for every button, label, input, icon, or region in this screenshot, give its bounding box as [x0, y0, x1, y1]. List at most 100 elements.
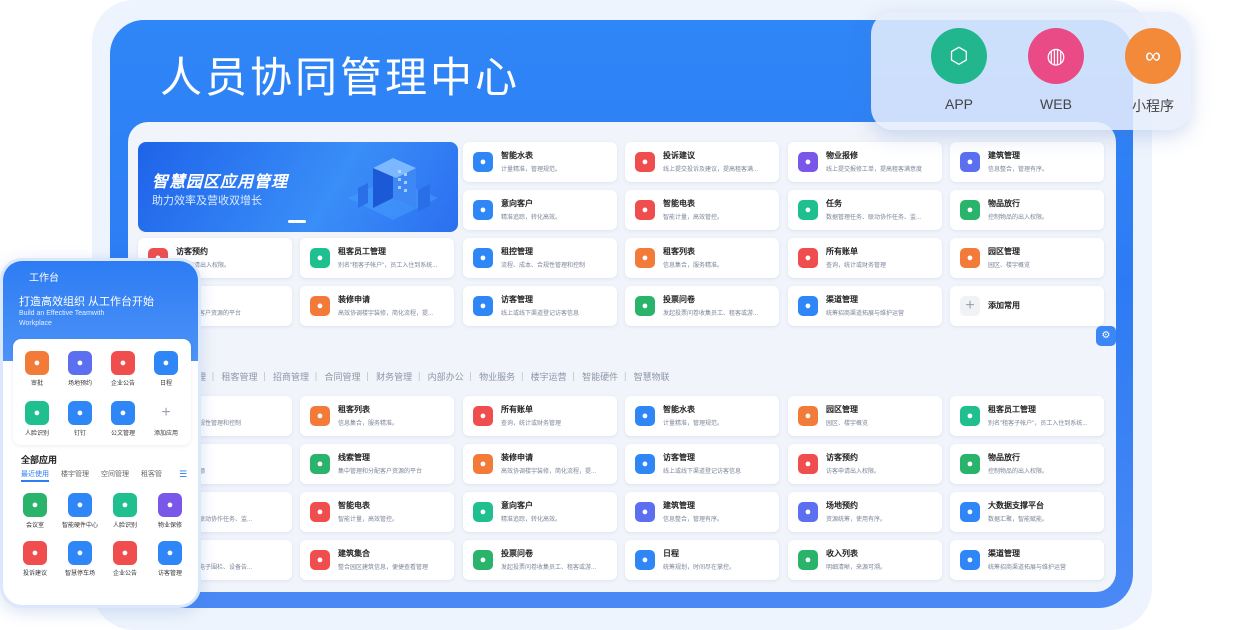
app-card[interactable]: ● 所有账单 查询，统计或财务管理	[463, 396, 617, 436]
phone-app[interactable]: ● 访客管理	[150, 541, 190, 577]
app-card[interactable]: ● 装修申请 高效协调楼宇装修，简化流程，提...	[300, 286, 454, 326]
app-card[interactable]: ● 智能水表 计量精准，管理规范。	[625, 396, 779, 436]
app-card-title: 所有账单	[826, 247, 858, 256]
app-card[interactable]: ● 智能电表 智能计量，高效管控。	[625, 190, 779, 230]
app-card[interactable]: ● 建筑管理 信息整合，管理有序。	[625, 492, 779, 532]
phone-quick-app[interactable]: ● 企业公告	[103, 351, 143, 387]
phone-app[interactable]: ● 物业保修	[150, 493, 190, 529]
phone-app[interactable]: ● 智能硬件中心	[60, 493, 100, 529]
phone-quick-app[interactable]: ● 场地预约	[60, 351, 100, 387]
platform-app[interactable]: ⬡ APP	[919, 12, 999, 112]
phone-app-label: 场地预约	[67, 381, 92, 387]
app-card[interactable]: ● 装修申请 高效协调楼宇装修，简化流程，提...	[463, 444, 617, 484]
customer-icon: ●	[473, 200, 493, 220]
app-card[interactable]: ● 访客管理 线上或线下渠道登记访客信息	[625, 444, 779, 484]
platform-switcher: ⬡ APP ◍ WEB ∞ 小程序	[871, 12, 1191, 130]
app-card[interactable]: ● 场地预约 资源统筹，使用有序。	[788, 492, 942, 532]
app-card[interactable]: ● 线索管理 集中管理和分配客户资源的平台	[300, 444, 454, 484]
app-card[interactable]: ● 建筑管理 信息整合，管理有序。	[950, 142, 1104, 182]
app-card[interactable]: ● 物品放行 控制物品的出入权限。	[950, 190, 1104, 230]
category-tab[interactable]: 智能硬件 ｜	[582, 372, 630, 382]
phone-quick-app[interactable]: + 添加应用	[146, 401, 186, 437]
app-card[interactable]: ● 租客员工管理 别名"租客子帐户"，员工入住到系统...	[300, 238, 454, 278]
doc-icon: ●	[111, 401, 135, 425]
phone-quick-app[interactable]: ● 审批	[17, 351, 57, 387]
phone-app[interactable]: ● 智慧停车场	[60, 541, 100, 577]
app-card[interactable]: ● 收入列表 明细清晰，来源可溯。	[788, 540, 942, 580]
app-card[interactable]: ● 访客管理 线上或线下渠道登记访客信息	[463, 286, 617, 326]
app-card[interactable]: ● 任务 数据管理任务、联动协作任务、监...	[788, 190, 942, 230]
app-card[interactable]: + 添加常用	[950, 286, 1104, 326]
app-card-title: 投票问卷	[501, 549, 533, 558]
app-card-title: 装修申请	[501, 453, 533, 462]
app-card[interactable]: ● 投诉建议 线上提交投诉及建议，提高租客满...	[625, 142, 779, 182]
app-card[interactable]: ● 渠道管理 统筹招商渠道拓展与维护运营	[788, 286, 942, 326]
phone-app[interactable]: ● 企业公告	[105, 541, 145, 577]
app-card[interactable]: ● 访客预约访客申请出入权限。	[788, 444, 942, 484]
phone-app[interactable]: ● 人脸识别	[105, 493, 145, 529]
app-card[interactable]: ● 意向客户 精准追踪，转化高效。	[463, 190, 617, 230]
app-card[interactable]: ● 日程 统筹规划，时间尽在掌控。	[625, 540, 779, 580]
app-card-title: 访客管理	[501, 295, 533, 304]
platform-miniprogram[interactable]: ∞ 小程序	[1113, 12, 1193, 116]
mobile-preview: 工作台 打造高效组织 从工作台开始 Build an Effective Tea…	[0, 258, 201, 608]
category-tab[interactable]: 内部办公 ｜	[428, 372, 476, 382]
app-card[interactable]: ● 租客列表 信息集合，服务精准。	[625, 238, 779, 278]
category-tab[interactable]: 楼宇运营 ｜	[531, 372, 579, 382]
app-card[interactable]: ● 所有账单 查询，统计或财务管理	[788, 238, 942, 278]
app-card-desc: 发起投票问卷收集员工、租客或游...	[663, 311, 759, 317]
phone-quick-app[interactable]: ● 公文管理	[103, 401, 143, 437]
phone-app[interactable]: ● 会议室	[15, 493, 55, 529]
app-card[interactable]: ● 智能电表 智能计量，高效管控。	[300, 492, 454, 532]
category-tab[interactable]: 智慧物联	[634, 372, 670, 382]
banner-subtitle: 助力效率及营收双增长	[152, 195, 262, 207]
app-card[interactable]: ● 投票问卷 发起投票问卷收集员工、租客或游...	[625, 286, 779, 326]
phone-app-label: 会议室	[25, 523, 44, 529]
category-tab[interactable]: 租客管理 ｜	[222, 372, 270, 382]
promo-banner[interactable]: 智慧园区应用管理 助力效率及营收双增长	[138, 142, 458, 232]
app-card-desc: 别名"租客子帐户"，员工入住到系统...	[988, 421, 1088, 427]
app-card-title: 建筑管理	[663, 501, 695, 510]
phone-tab[interactable]: 最近使用	[21, 471, 49, 478]
phone-quick-app[interactable]: ● 人脸识别	[17, 401, 57, 437]
app-card[interactable]: ● 意向客户 精准追踪，转化高效。	[463, 492, 617, 532]
phone-quick-app[interactable]: ● 日程	[146, 351, 186, 387]
app-card[interactable]: ● 租客员工管理 别名"租客子帐户"，员工入住到系统...	[950, 396, 1104, 436]
category-tab[interactable]: 招商管理 ｜	[273, 372, 321, 382]
app-card[interactable]: ● 租控管理 流程、成本、合规性管理和控制	[463, 238, 617, 278]
phone-app-label: 智能硬件中心	[61, 523, 98, 529]
phone-app-label: 企业公告	[112, 571, 137, 577]
category-tab[interactable]: 合同管理 ｜	[325, 372, 373, 382]
phone-slogan: 打造高效组织 从工作台开始	[19, 296, 155, 308]
app-card[interactable]: ● 智能水表 计量精准，管理规范。	[463, 142, 617, 182]
app-card[interactable]: ● 建筑集合 整合园区建筑信息，便捷查看管理	[300, 540, 454, 580]
app-card[interactable]: ● 大数据支撑平台 数据汇聚，智能赋能。	[950, 492, 1104, 532]
app-card[interactable]: ● 租客列表 信息集合，服务精准。	[300, 396, 454, 436]
building-set-icon: ●	[310, 550, 330, 570]
phone-quick-app[interactable]: ● 钉钉	[60, 401, 100, 437]
settings-icon[interactable]: ⚙	[1096, 326, 1116, 346]
app-card[interactable]: ● 渠道管理 统筹招商渠道拓展与维护运营	[950, 540, 1104, 580]
phone-tab[interactable]: 楼宇管理	[61, 471, 89, 478]
app-card-desc: 园区、楼宇概览	[988, 263, 1031, 269]
app-card-desc: 控制物品的出入权限。	[988, 469, 1049, 475]
platform-web[interactable]: ◍ WEB	[1016, 12, 1096, 112]
app-card-desc: 查询，统计或财务管理	[501, 421, 562, 427]
phone-tab[interactable]: 租客管	[141, 471, 162, 478]
category-tab[interactable]: 物业服务 ｜	[479, 372, 527, 382]
channel-icon: ●	[960, 550, 980, 570]
app-card[interactable]: ● 园区管理 园区、楼宇概览	[788, 396, 942, 436]
menu-icon[interactable]: ☰	[179, 469, 187, 480]
category-tab[interactable]: 财务管理 ｜	[376, 372, 424, 382]
announce-icon: ●	[111, 351, 135, 375]
app-card-desc: 发起投票问卷收集员工、租客或游...	[501, 565, 597, 571]
app-card[interactable]: ● 园区管理 园区、楼宇概览	[950, 238, 1104, 278]
phone-app[interactable]: ● 投诉建议	[15, 541, 55, 577]
app-card-desc: 精准追踪，转化高效。	[501, 517, 562, 523]
app-card[interactable]: ● 投票问卷 发起投票问卷收集员工、租客或游...	[463, 540, 617, 580]
customer-icon: ●	[473, 502, 493, 522]
app-card[interactable]: ● 物品放行 控制物品的出入权限。	[950, 444, 1104, 484]
app-card[interactable]: ● 物业报修 线上提交报修工单，提高租客满意度	[788, 142, 942, 182]
phone-tab[interactable]: 空间管理	[101, 471, 129, 478]
app-card-title: 租控管理	[501, 247, 533, 256]
